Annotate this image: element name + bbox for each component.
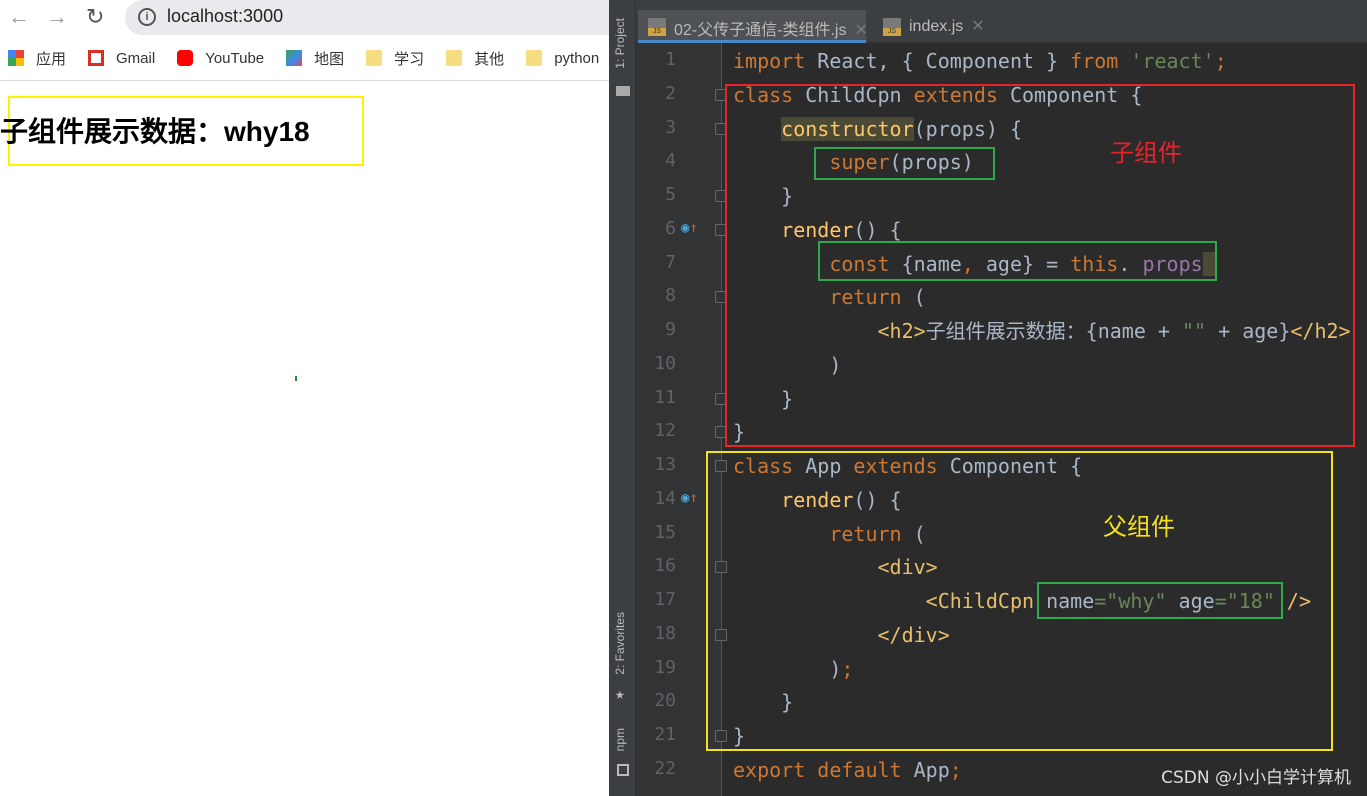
page-heading: 子组件展示数据：why18 bbox=[0, 116, 310, 147]
close-icon[interactable]: ✕ bbox=[971, 18, 984, 35]
line-number: 13 bbox=[654, 454, 676, 476]
bookmark-label: 学习 bbox=[394, 50, 425, 68]
code-token: App bbox=[913, 757, 950, 782]
parent-annotation: 父组件 bbox=[1103, 513, 1175, 541]
watermark: CSDN @小小白学计算机 bbox=[1161, 768, 1351, 788]
tool-window-strip: 1: Project 2: Favorites ★ npm bbox=[609, 0, 636, 796]
bookmark-item[interactable]: 学习 bbox=[366, 44, 424, 72]
tab-active-file[interactable]: 02-父传子通信-类组件.js ✕ bbox=[638, 10, 868, 43]
tab-index-js[interactable]: index.js ✕ bbox=[873, 10, 993, 43]
bookmark-label: YouTube bbox=[205, 49, 265, 67]
bookmark-label: 地图 bbox=[314, 50, 345, 68]
line-number: 2 bbox=[665, 82, 676, 104]
line-number: 1 bbox=[665, 49, 676, 70]
code-token: ; bbox=[949, 757, 962, 782]
info-icon[interactable]: i bbox=[138, 8, 156, 26]
bookmark-item[interactable]: Gmail bbox=[88, 44, 155, 72]
line-number: 16 bbox=[654, 555, 676, 577]
line-number: 21 bbox=[654, 724, 676, 746]
browser-window: ← → ↻ i localhost:3000 应用 Gmail YouTube 地图 学习… bbox=[0, 0, 625, 796]
override-method-icon[interactable]: ◉↑ bbox=[681, 220, 698, 236]
project-tool-button[interactable]: 1: Project bbox=[613, 18, 627, 69]
code-token: import bbox=[733, 49, 818, 73]
ide-window: 1: Project 2: Favorites ★ npm 02-父传子通信-类… bbox=[609, 0, 1367, 796]
line-number: 19 bbox=[654, 656, 676, 678]
line-number: 15 bbox=[654, 521, 676, 543]
line-number: 22 bbox=[654, 757, 676, 779]
line-number: 18 bbox=[654, 622, 676, 644]
terminal-icon bbox=[617, 764, 629, 776]
tab-label: index.js bbox=[909, 18, 964, 35]
apps-icon bbox=[8, 50, 24, 66]
folder-icon bbox=[446, 50, 463, 66]
code-token: ; bbox=[1214, 49, 1227, 73]
bookmark-item[interactable]: python bbox=[526, 44, 599, 72]
line-number: 17 bbox=[654, 589, 676, 611]
code-token: export default bbox=[733, 757, 914, 782]
folder-icon bbox=[526, 50, 543, 66]
child-annotation: 子组件 bbox=[1110, 139, 1182, 167]
line-number: 8 bbox=[665, 285, 676, 307]
cursor-mark bbox=[295, 376, 297, 381]
folder-icon bbox=[616, 86, 630, 96]
line-number: 9 bbox=[665, 319, 676, 341]
override-method-icon[interactable]: ◉↑ bbox=[681, 490, 698, 506]
address-bar[interactable]: i localhost:3000 bbox=[125, 0, 625, 35]
line-number: 10 bbox=[654, 352, 676, 374]
bookmarks-bar: 应用 Gmail YouTube 地图 学习 其他 python bbox=[8, 44, 621, 72]
js-file-icon bbox=[883, 18, 901, 36]
forward-icon[interactable]: → bbox=[46, 4, 68, 30]
super-call-box bbox=[814, 147, 995, 180]
line-number: 14 bbox=[654, 487, 676, 509]
close-icon[interactable]: ✕ bbox=[854, 22, 867, 39]
line-number: 7 bbox=[665, 251, 676, 273]
bookmark-item[interactable]: 其他 bbox=[446, 44, 504, 72]
code-token: from bbox=[1070, 49, 1131, 73]
folder-icon bbox=[366, 50, 383, 66]
line-number: 4 bbox=[665, 150, 676, 172]
reload-icon[interactable]: ↻ bbox=[86, 4, 104, 30]
back-icon[interactable]: ← bbox=[8, 4, 30, 30]
star-icon: ★ bbox=[615, 684, 625, 703]
npm-tool-button[interactable]: npm bbox=[613, 728, 627, 751]
line-number: 6 bbox=[665, 217, 676, 239]
code-line: export default App; bbox=[733, 753, 962, 787]
line-number: 5 bbox=[665, 184, 676, 206]
code-token: React, { Component } bbox=[817, 49, 1071, 73]
bookmark-item[interactable]: YouTube bbox=[177, 44, 264, 72]
line-number: 11 bbox=[654, 386, 676, 408]
maps-icon bbox=[286, 50, 303, 66]
favorites-tool-button[interactable]: 2: Favorites bbox=[613, 612, 627, 675]
js-file-icon bbox=[648, 18, 666, 36]
line-number: 20 bbox=[654, 690, 676, 712]
line-number: 3 bbox=[665, 116, 676, 138]
bookmark-item[interactable]: 应用 bbox=[8, 44, 66, 72]
editor-tabs: 02-父传子通信-类组件.js ✕ index.js ✕ bbox=[636, 0, 1367, 43]
props-pass-box bbox=[1037, 582, 1283, 619]
bookmark-item[interactable]: 地图 bbox=[286, 44, 344, 72]
browser-toolbar: ← → ↻ i localhost:3000 bbox=[0, 0, 625, 36]
gmail-icon bbox=[88, 50, 105, 66]
props-destructure-box bbox=[818, 241, 1217, 281]
bookmark-label: python bbox=[554, 49, 600, 67]
code-token: 'react' bbox=[1130, 49, 1215, 73]
divider bbox=[0, 80, 609, 81]
tab-label: 02-父传子通信-类组件.js bbox=[674, 22, 847, 39]
line-number: 12 bbox=[654, 420, 676, 442]
bookmark-label: 应用 bbox=[36, 50, 67, 68]
url-text: localhost:3000 bbox=[167, 6, 284, 26]
bookmark-label: 其他 bbox=[474, 50, 505, 68]
code-line: import React, { Component } from 'react'… bbox=[733, 44, 1227, 78]
bookmark-label: Gmail bbox=[116, 49, 156, 67]
youtube-icon bbox=[177, 50, 194, 66]
